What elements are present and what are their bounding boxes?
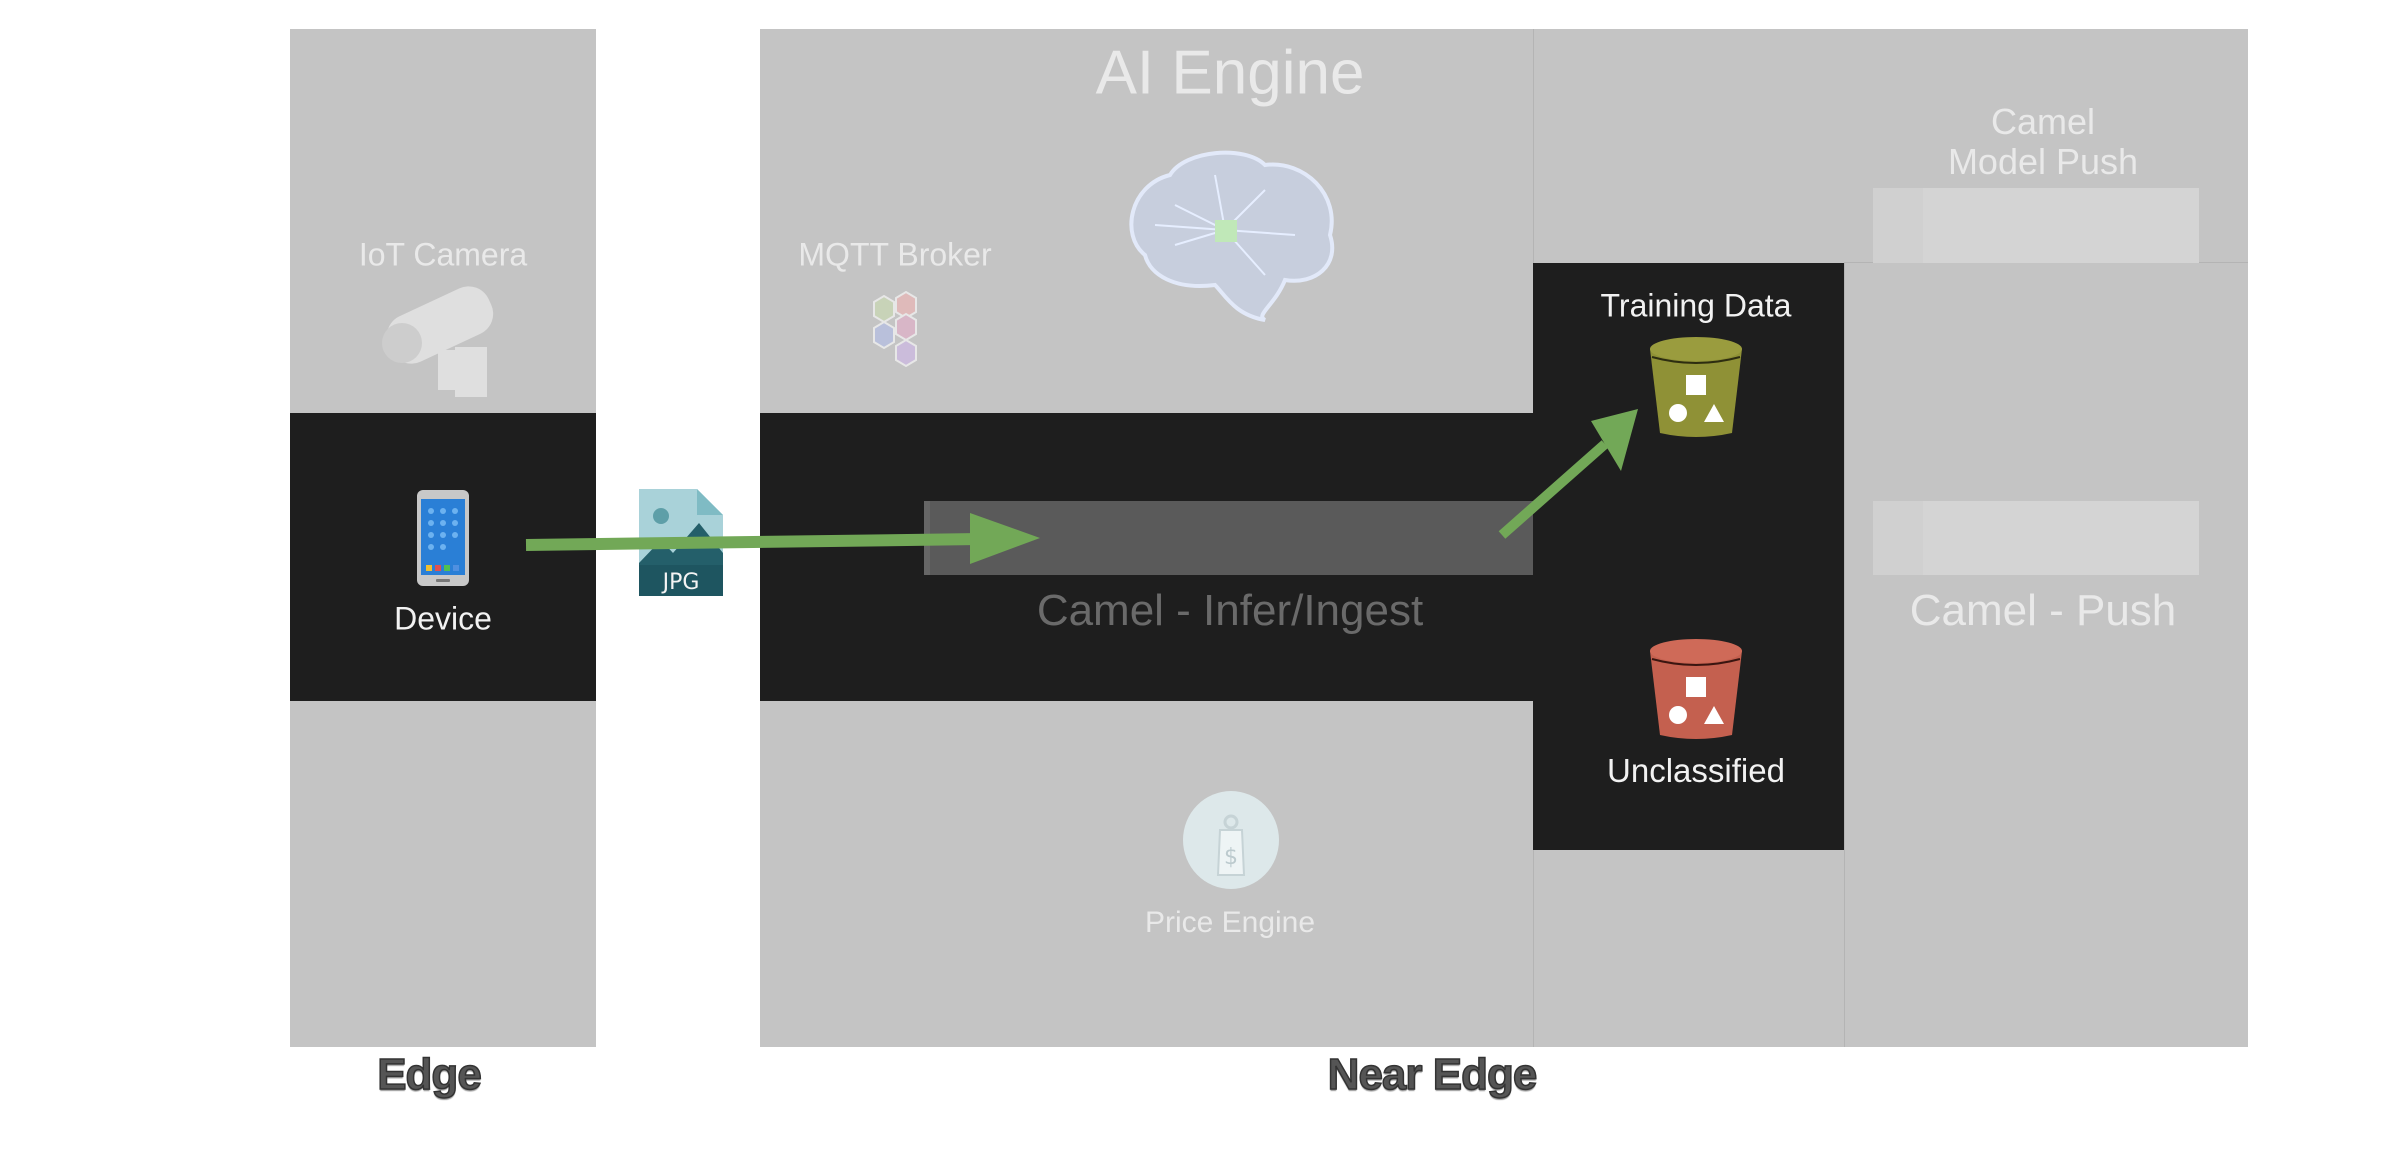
device-to-infer-arrowhead xyxy=(970,513,1040,564)
infer-to-training-arrow xyxy=(1498,440,1609,539)
flow-arrows xyxy=(525,409,1638,564)
device-to-infer-arrow xyxy=(525,533,981,551)
infer-to-training-arrowhead xyxy=(1591,409,1638,471)
